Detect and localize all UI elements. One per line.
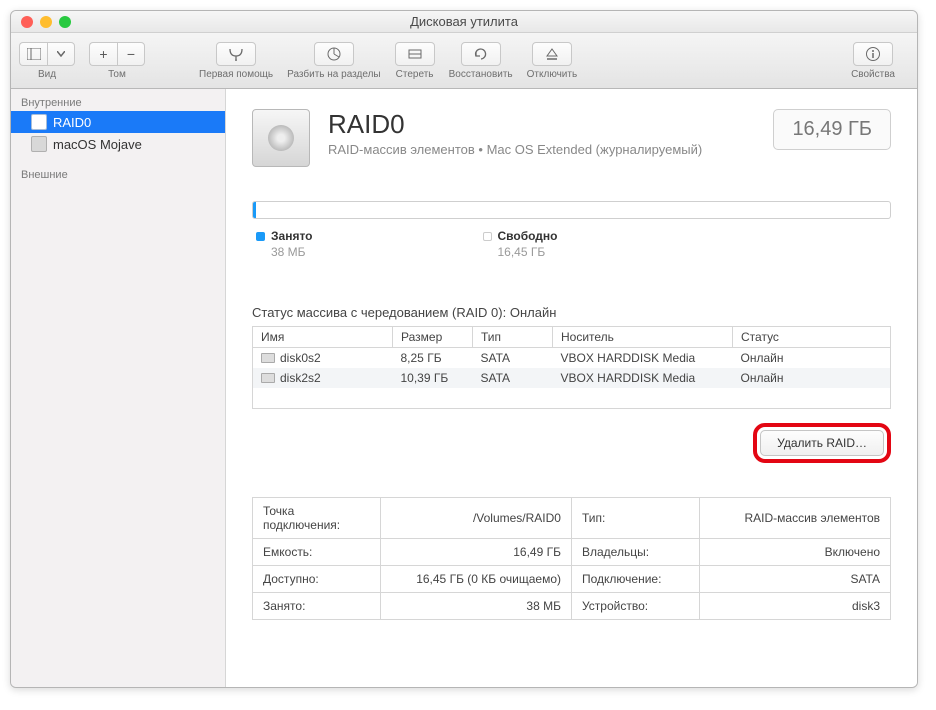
- legend-used: Занято 38 МБ: [256, 229, 313, 259]
- partition-button[interactable]: [314, 42, 354, 66]
- info-mount-key: Точка подключения:: [253, 498, 381, 539]
- view-label: Вид: [38, 69, 56, 80]
- view-list-button[interactable]: [19, 42, 47, 66]
- th-status[interactable]: Статус: [733, 327, 891, 348]
- usage-fill-used: [253, 202, 256, 218]
- volume-size: 16,49 ГБ: [773, 109, 891, 150]
- volume-label: Том: [108, 69, 126, 80]
- minimize-icon[interactable]: [40, 16, 52, 28]
- add-volume-button[interactable]: +: [89, 42, 117, 66]
- unmount-button[interactable]: [532, 42, 572, 66]
- legend-free-label: Свободно: [498, 229, 558, 243]
- info-capacity-key: Емкость:: [253, 539, 381, 566]
- sidebar: Внутренние RAID0 macOS Mojave Внешние: [11, 89, 226, 687]
- dot-used-icon: [256, 232, 265, 241]
- disk-utility-window: Дисковая утилита Вид + − Том: [10, 10, 918, 688]
- sidebar-item-label: RAID0: [53, 115, 91, 130]
- firstaid-button[interactable]: [216, 42, 256, 66]
- dot-free-icon: [483, 232, 492, 241]
- info-conn-key: Подключение:: [571, 566, 699, 593]
- view-dropdown-button[interactable]: [47, 42, 75, 66]
- table-row[interactable]: disk2s2 10,39 ГБ SATA VBOX HARDDISK Medi…: [253, 368, 891, 388]
- sidebar-item-raid0[interactable]: RAID0: [11, 111, 225, 133]
- cell-size: 10,39 ГБ: [393, 368, 473, 388]
- raid-members-table: Имя Размер Тип Носитель Статус disk0s2 8…: [252, 326, 891, 409]
- erase-button[interactable]: [395, 42, 435, 66]
- info-capacity-val: 16,49 ГБ: [380, 539, 571, 566]
- restore-label: Восстановить: [449, 69, 513, 80]
- stethoscope-icon: [227, 47, 245, 61]
- table-row[interactable]: disk0s2 8,25 ГБ SATA VBOX HARDDISK Media…: [253, 348, 891, 369]
- raid-status-title: Статус массива с чередованием (RAID 0): …: [252, 305, 891, 320]
- info-button[interactable]: [853, 42, 893, 66]
- sidebar-item-macos[interactable]: macOS Mojave: [11, 133, 225, 155]
- delete-raid-button[interactable]: Удалить RAID…: [760, 430, 884, 456]
- th-name[interactable]: Имя: [253, 327, 393, 348]
- restore-icon: [473, 47, 489, 61]
- cell-name: disk0s2: [280, 351, 321, 365]
- info-used-val: 38 МБ: [380, 593, 571, 620]
- info-label: Свойства: [851, 69, 895, 80]
- legend-used-value: 38 МБ: [271, 245, 306, 259]
- titlebar: Дисковая утилита: [11, 11, 917, 33]
- restore-button[interactable]: [461, 42, 501, 66]
- info-mount-val: /Volumes/RAID0: [380, 498, 571, 539]
- cell-name: disk2s2: [280, 371, 321, 385]
- info-owners-val: Включено: [699, 539, 890, 566]
- info-owners-key: Владельцы:: [571, 539, 699, 566]
- info-type-key: Тип:: [571, 498, 699, 539]
- th-size[interactable]: Размер: [393, 327, 473, 348]
- th-media[interactable]: Носитель: [553, 327, 733, 348]
- info-avail-key: Доступно:: [253, 566, 381, 593]
- cell-status: Онлайн: [733, 348, 891, 369]
- raid-volume-icon: [31, 114, 47, 130]
- info-device-key: Устройство:: [571, 593, 699, 620]
- cell-size: 8,25 ГБ: [393, 348, 473, 369]
- sidebar-item-label: macOS Mojave: [53, 137, 142, 152]
- disk-icon: [261, 353, 275, 363]
- info-type-val: RAID-массив элементов: [699, 498, 890, 539]
- eject-icon: [545, 47, 559, 61]
- unmount-label: Отключить: [527, 69, 578, 80]
- legend-free-value: 16,45 ГБ: [498, 245, 546, 259]
- volume-subtitle: RAID-массив элементов • Mac OS Extended …: [328, 142, 702, 157]
- toolbar: Вид + − Том Первая помощь Разбить на раз…: [11, 33, 917, 89]
- close-icon[interactable]: [21, 16, 33, 28]
- cell-type: SATA: [473, 348, 553, 369]
- table-row-empty: [253, 388, 891, 409]
- info-device-val: disk3: [699, 593, 890, 620]
- volume-name: RAID0: [328, 109, 702, 140]
- firstaid-label: Первая помощь: [199, 69, 273, 80]
- window-title: Дисковая утилита: [11, 14, 917, 29]
- volume-icon: [252, 109, 310, 167]
- usage-bar: [252, 201, 891, 219]
- highlight-annotation: Удалить RAID…: [753, 423, 891, 463]
- remove-volume-button[interactable]: −: [117, 42, 145, 66]
- cell-media: VBOX HARDDISK Media: [553, 368, 733, 388]
- disk-icon: [261, 373, 275, 383]
- pie-icon: [326, 46, 342, 62]
- sidebar-header-internal: Внутренние: [11, 93, 225, 111]
- eraser-icon: [407, 47, 423, 61]
- legend-free: Свободно 16,45 ГБ: [483, 229, 558, 259]
- info-used-key: Занято:: [253, 593, 381, 620]
- maximize-icon[interactable]: [59, 16, 71, 28]
- info-conn-val: SATA: [699, 566, 890, 593]
- sidebar-header-external: Внешние: [11, 165, 225, 183]
- cell-type: SATA: [473, 368, 553, 388]
- legend-used-label: Занято: [271, 229, 313, 243]
- info-avail-val: 16,45 ГБ (0 КБ очищаемо): [380, 566, 571, 593]
- sidebar-icon: [27, 48, 41, 60]
- erase-label: Стереть: [396, 69, 434, 80]
- chevron-down-icon: [57, 51, 65, 57]
- cell-media: VBOX HARDDISK Media: [553, 348, 733, 369]
- info-icon: [865, 46, 881, 62]
- th-type[interactable]: Тип: [473, 327, 553, 348]
- volume-info-table: Точка подключения: /Volumes/RAID0 Тип: R…: [252, 497, 891, 620]
- cell-status: Онлайн: [733, 368, 891, 388]
- content-pane: RAID0 RAID-массив элементов • Mac OS Ext…: [226, 89, 917, 687]
- hdd-volume-icon: [31, 136, 47, 152]
- partition-label: Разбить на разделы: [287, 69, 380, 80]
